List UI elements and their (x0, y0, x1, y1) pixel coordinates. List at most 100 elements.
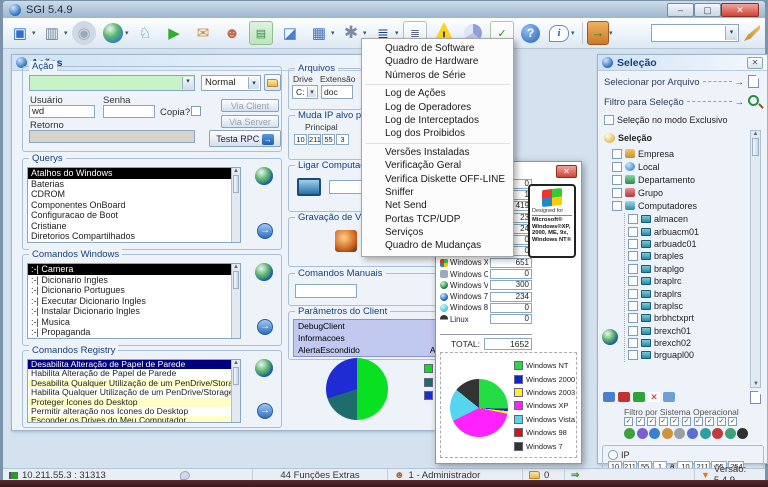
menu-item[interactable]: Sniffer (363, 186, 512, 199)
chevron-down-icon[interactable]: ▾ (307, 87, 316, 97)
os-filter-checkbox[interactable]: ✓ (717, 417, 726, 426)
tree-checkbox[interactable]: ✓ (612, 201, 622, 211)
minimize-button[interactable]: – (667, 3, 694, 17)
ip-octet-field[interactable]: 211 (308, 134, 321, 145)
os-filter-checkbox[interactable]: ✓ (636, 417, 645, 426)
computer-checkbox[interactable]: ✓ (628, 313, 638, 323)
ip-octet-field[interactable]: 55 (322, 134, 335, 145)
tree-checkbox[interactable]: ✓ (612, 149, 622, 159)
os-filter-checkbox[interactable]: ✓ (647, 417, 656, 426)
copia-checkbox[interactable]: ✓ (191, 106, 201, 116)
computer-item[interactable]: ✓ braplsc (628, 300, 699, 312)
mascot-icon[interactable]: ♘ ▾ (133, 21, 161, 45)
red-button-icon[interactable] (618, 392, 630, 402)
chevron-down-icon[interactable]: ▾ (125, 29, 132, 37)
list-item[interactable]: Desabilita Alteração de Papel de Parede (28, 360, 240, 369)
os-filter-checkbox[interactable]: ✓ (670, 417, 679, 426)
testa-rpc-button[interactable]: Testa RPC → (209, 130, 281, 147)
menu-item[interactable]: Quadro de Software (363, 42, 512, 55)
help-icon[interactable]: ? ▾ (519, 22, 546, 45)
list-item[interactable]: :-| Dicionario Portugues (28, 285, 240, 296)
comando-manual-input[interactable] (295, 284, 357, 298)
tree-scrollbar[interactable]: ▲ ▼ (750, 130, 761, 388)
menu-item[interactable]: Verificação Geral (363, 159, 512, 172)
menu-item[interactable]: Quadro de Hardware (363, 55, 512, 68)
execute-query-button[interactable]: → (257, 223, 273, 239)
list-item[interactable]: Proteger Icones do Desktop (28, 398, 240, 407)
os-filter-checkbox[interactable]: ✓ (659, 417, 668, 426)
list-item[interactable]: :-| Musica (28, 317, 240, 328)
senha-input[interactable] (103, 105, 155, 118)
file-select-icon[interactable] (748, 75, 759, 88)
list-item[interactable]: :-| Dicionario Ingles (28, 275, 240, 286)
list-item[interactable]: :-| Camera (28, 264, 240, 275)
table-row[interactable]: DebugClient S (294, 320, 450, 332)
computer-checkbox[interactable]: ✓ (628, 264, 638, 274)
chevron-down-icon[interactable]: ▾ (248, 77, 259, 89)
list-item[interactable]: :-| Propaganda (28, 327, 240, 338)
computer-checkbox[interactable]: ✓ (628, 239, 638, 249)
search-icon[interactable] (748, 95, 759, 106)
scrollbar[interactable]: ▲ (231, 264, 240, 338)
list-item[interactable]: Atalhos do Windows (28, 168, 240, 179)
tree-group-item[interactable]: ✓ Departamento (612, 173, 697, 186)
ip-octet-field[interactable]: 10 (294, 134, 307, 145)
via-client-button[interactable]: Via Client (221, 99, 279, 112)
computer-checkbox[interactable]: ✓ (628, 227, 638, 237)
menu-item[interactable]: Log de Ações (363, 87, 512, 100)
chevron-down-icon[interactable]: ▾ (32, 29, 39, 37)
chevron-down-icon[interactable]: ▾ (363, 29, 370, 37)
quick-search-combo[interactable]: ▾ (651, 24, 739, 42)
os-filter-checkbox[interactable]: ✓ (682, 417, 691, 426)
execute-registry-button[interactable]: → (257, 403, 273, 419)
clipboard-icon[interactable] (603, 392, 615, 402)
usuario-input[interactable] (29, 105, 95, 118)
acao-combo[interactable]: ▾ (29, 75, 195, 91)
chevron-down-icon[interactable]: ▾ (725, 26, 737, 40)
computer-checkbox[interactable]: ✓ (628, 214, 638, 224)
menu-item[interactable]: Net Send (363, 199, 512, 212)
exclusive-mode-checkbox[interactable]: ✓ (604, 115, 614, 125)
selecao-close-button[interactable]: ✕ (747, 57, 763, 69)
tree-checkbox[interactable]: ✓ (612, 188, 622, 198)
computer-checkbox[interactable]: ✓ (628, 338, 638, 348)
video-camera-icon[interactable] (335, 230, 357, 252)
capture-print-icon[interactable]: ▥ ▾ (40, 21, 71, 45)
ip-octet-field[interactable]: 3 (336, 134, 349, 145)
run-icon[interactable]: ▶ ▾ (162, 21, 190, 45)
messenger-icon[interactable]: ☻ ▾ (220, 21, 248, 45)
computer-checkbox[interactable]: ✓ (628, 251, 638, 261)
tree-group-item[interactable]: ✓ Grupo (612, 186, 697, 199)
menu-item[interactable]: Log de Operadores (363, 101, 512, 114)
scrollbar[interactable]: ▲ (231, 168, 240, 242)
execute-command-button[interactable]: → (257, 319, 273, 335)
tree-group-item[interactable]: ✓ Local (612, 160, 697, 173)
computer-item[interactable]: ✓ brexch02 (628, 337, 699, 349)
globe-icon[interactable]: ▾ (101, 21, 132, 45)
chevron-down-icon[interactable]: ▾ (395, 29, 402, 37)
chevron-down-icon[interactable]: ▾ (609, 29, 616, 37)
computer-checkbox[interactable]: ✓ (628, 326, 638, 336)
popup-close-button[interactable]: ✕ (556, 165, 577, 178)
ip-radio[interactable] (608, 450, 618, 460)
computer-checkbox[interactable]: ✓ (628, 301, 638, 311)
report-page-icon[interactable] (750, 391, 761, 404)
os-filter-checkbox[interactable]: ✓ (728, 417, 737, 426)
info-icon[interactable]: i ▾ (547, 22, 578, 45)
os-filter-checkbox[interactable]: ✓ (624, 417, 633, 426)
extensao-input[interactable] (321, 85, 353, 99)
chevron-down-icon[interactable]: ▾ (571, 29, 578, 37)
exit-door-icon[interactable]: → ▾ (587, 21, 616, 45)
table-row[interactable]: AlertaEscondido ALE (294, 344, 450, 356)
chevron-down-icon[interactable]: ▾ (64, 29, 71, 37)
list-item[interactable]: CDROM (28, 189, 240, 200)
computer-checkbox[interactable]: ✓ (628, 350, 638, 360)
list-item[interactable]: Desabilita Qualquer Utilização de um Pen… (28, 379, 240, 388)
globe-icon[interactable] (255, 167, 273, 185)
menu-item[interactable]: Serviços (363, 226, 512, 239)
select-by-file-link[interactable]: Selecionar por Arquivo→ (604, 77, 744, 88)
list-item[interactable]: Cristiane (28, 221, 240, 232)
chevron-down-icon[interactable]: ▾ (182, 77, 193, 89)
tree-root[interactable]: Seleção (604, 133, 652, 143)
list-item[interactable]: Habilita Alteração de Papel de Parede (28, 369, 240, 378)
